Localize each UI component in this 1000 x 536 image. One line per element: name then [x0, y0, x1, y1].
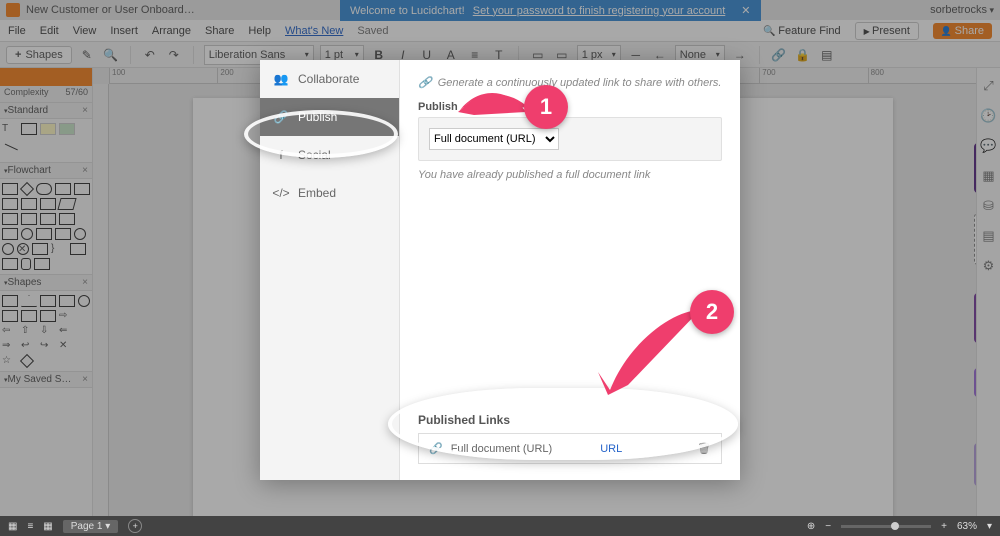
- tutorial-step-1: 1: [524, 85, 568, 129]
- zoom-out-icon[interactable]: −: [825, 521, 831, 532]
- modal-close-icon[interactable]: ✕: [717, 63, 729, 80]
- link-url[interactable]: URL: [600, 443, 622, 455]
- zoom-slider[interactable]: [841, 525, 931, 528]
- code-icon: </>: [274, 186, 288, 200]
- presentation-icon[interactable]: ▦: [8, 521, 17, 532]
- share-modal: 👥 Collaborate 🔗 Publish f Social </> Emb…: [260, 60, 740, 480]
- link-icon: 🔗: [429, 442, 443, 455]
- link-icon: 🔗: [418, 76, 432, 89]
- trash-icon[interactable]: 🗑: [697, 442, 711, 455]
- published-links-label: Published Links: [418, 413, 722, 427]
- link-icon: 🔗: [274, 110, 288, 124]
- link-name: Full document (URL): [451, 443, 552, 455]
- publish-box: Full document (URL): [418, 117, 722, 161]
- zoom-value[interactable]: 63%: [957, 521, 977, 532]
- facebook-icon: f: [274, 148, 288, 162]
- zoom-in-icon[interactable]: +: [941, 521, 947, 532]
- list-icon[interactable]: ≡: [27, 521, 33, 532]
- publish-label: Publish: [418, 101, 722, 113]
- already-published-text: You have already published a full docume…: [418, 169, 722, 181]
- grid-icon[interactable]: ▦: [43, 521, 52, 532]
- sidebar-item-embed[interactable]: </> Embed: [260, 174, 399, 212]
- modal-content: 🔗 Generate a continuously updated link t…: [400, 60, 740, 480]
- people-icon: 👥: [274, 72, 288, 86]
- publish-format-select[interactable]: Full document (URL): [429, 128, 559, 150]
- add-page-button[interactable]: +: [128, 519, 142, 533]
- sidebar-item-social[interactable]: f Social: [260, 136, 399, 174]
- modal-hint: 🔗 Generate a continuously updated link t…: [418, 76, 722, 89]
- status-bar: ▦ ≡ ▦ Page 1 ▾ + ⊕ − + 63% ▾: [0, 516, 1000, 536]
- modal-sidebar: 👥 Collaborate 🔗 Publish f Social </> Emb…: [260, 60, 400, 480]
- page-tab[interactable]: Page 1 ▾: [63, 520, 119, 533]
- published-link-row: 🔗 Full document (URL) URL 🗑: [418, 433, 722, 464]
- chevron-down-icon[interactable]: ▾: [987, 521, 992, 532]
- sidebar-item-collaborate[interactable]: 👥 Collaborate: [260, 60, 399, 98]
- tutorial-step-2: 2: [690, 290, 734, 334]
- sidebar-item-publish[interactable]: 🔗 Publish: [260, 98, 399, 136]
- target-icon[interactable]: ⊕: [807, 521, 815, 532]
